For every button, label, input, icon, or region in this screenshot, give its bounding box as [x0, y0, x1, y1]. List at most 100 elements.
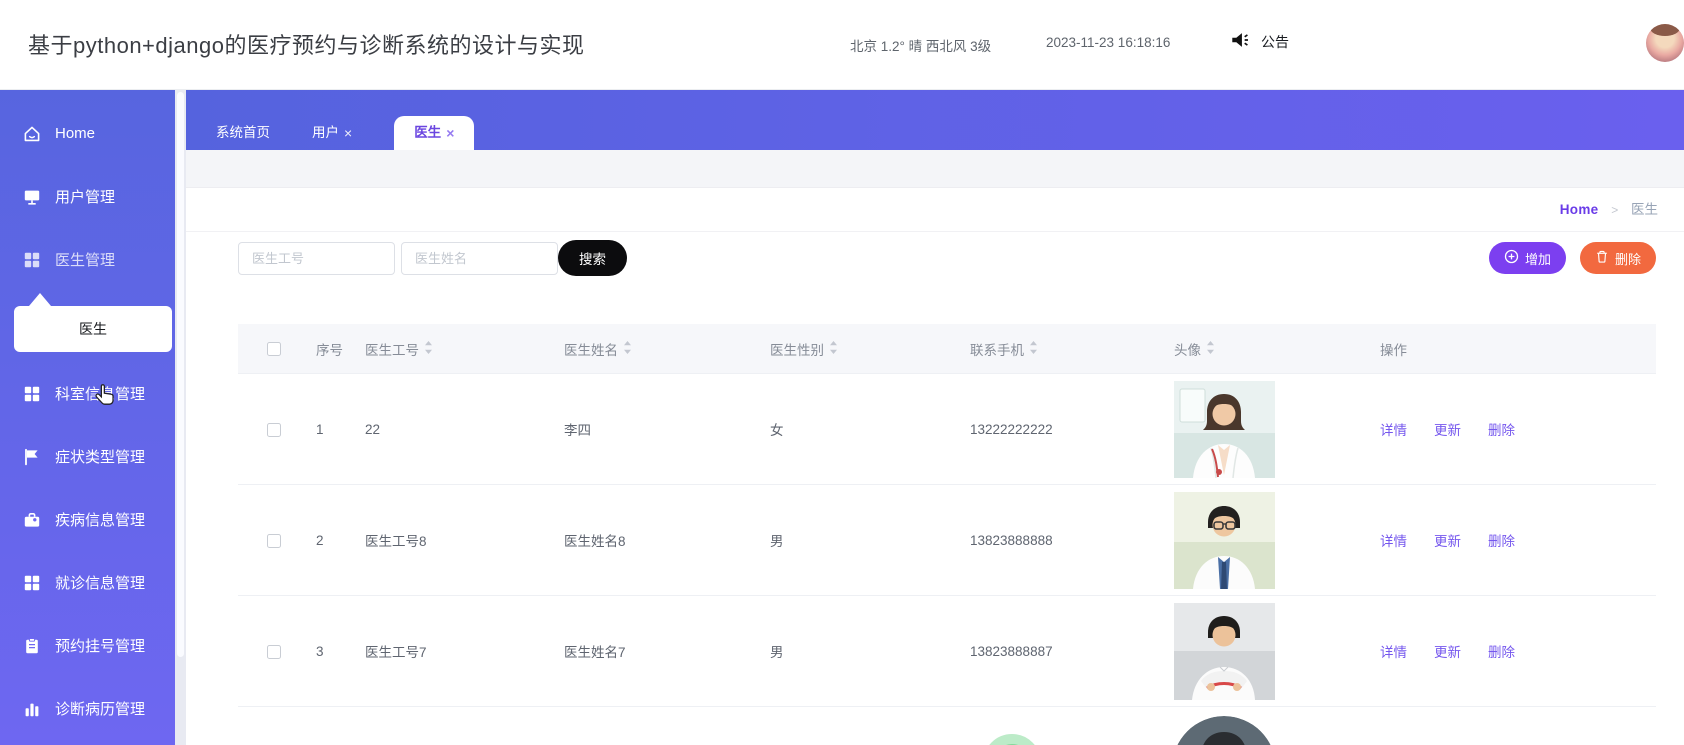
select-all-checkbox[interactable] [267, 342, 281, 357]
submenu-notch-icon [29, 293, 51, 306]
tab-system-home[interactable]: 系统首页 [216, 116, 270, 150]
add-button-label: 增加 [1524, 251, 1551, 267]
sidebar-menu: Home 用户管理医生管理医生科室信息管理症状类型管理 疾病信息管理 就诊信息管理预约… [0, 90, 186, 740]
monitor-icon [22, 187, 42, 207]
delete-link[interactable]: 删除 [1488, 645, 1515, 660]
column-header[interactable]: 医生工号 [365, 339, 564, 359]
app-title: 基于python+django的医疗预约与诊断系统的设计与实现 [28, 33, 585, 58]
doctor-id-input[interactable] [238, 241, 395, 275]
round-female-photo [1172, 716, 1276, 745]
delete-link[interactable]: 删除 [1488, 534, 1515, 549]
sidebar-scrollbar[interactable] [175, 90, 186, 745]
delete-link[interactable]: 删除 [1488, 423, 1515, 438]
main-content: Home > 医生 搜索 增加 删除 序号 医生工号医生姓名医生性别联系手机头像操… [186, 150, 1684, 745]
cell-doctor-id: 医生工号7 [365, 645, 427, 660]
update-link[interactable]: 更新 [1434, 423, 1461, 438]
announcement-button[interactable]: 公告 [1230, 30, 1289, 53]
sidebar-item-label: Home [55, 125, 96, 142]
detail-link[interactable]: 详情 [1380, 534, 1407, 549]
sidebar: Home 用户管理医生管理医生科室信息管理症状类型管理 疾病信息管理 就诊信息管理预约… [0, 90, 186, 745]
sidebar-item-7[interactable]: 就诊信息管理 [0, 551, 186, 614]
male-doctor-crossed-photo [1174, 602, 1275, 700]
sidebar-item-3[interactable]: 医生管理 [0, 228, 186, 291]
sort-caret-icon[interactable] [1206, 340, 1215, 358]
column-header: 序号 [316, 342, 343, 358]
sort-caret-icon[interactable] [1029, 340, 1038, 358]
breadcrumb-current: 医生 [1631, 202, 1658, 217]
table-row: 1 22 李四 女 13222222222 详情 更新 删除 [238, 374, 1656, 485]
cell-doctor-name: 医生姓名8 [564, 534, 626, 549]
cell-doctor-id: 医生工号8 [365, 534, 427, 549]
sidebar-item-8[interactable]: 预约挂号管理 [0, 614, 186, 677]
sidebar-subitem-doctor[interactable]: 医生 [14, 306, 172, 352]
sidebar-item-label: 用户管理 [55, 189, 116, 206]
detail-link[interactable]: 详情 [1380, 423, 1407, 438]
male-doctor-glasses-photo [1174, 491, 1275, 589]
close-icon[interactable]: × [344, 116, 352, 150]
tab-label: 医生 [414, 125, 442, 140]
flag-icon [22, 447, 42, 467]
sidebar-item-9[interactable]: 诊断病历管理 [0, 677, 186, 740]
search-button[interactable]: 搜索 [558, 240, 627, 276]
sort-caret-icon[interactable] [424, 340, 433, 358]
announcement-label: 公告 [1261, 33, 1289, 50]
tab-label: 用户 [312, 125, 339, 140]
detail-link[interactable]: 详情 [1380, 645, 1407, 660]
sort-caret-icon[interactable] [829, 340, 838, 358]
sidebar-submenu: 医生 [0, 293, 186, 352]
cell-doctor-name: 李四 [564, 423, 591, 438]
sidebar-item-2[interactable]: 用户管理 [0, 165, 186, 228]
table-row: 2 医生工号8 医生姓名8 男 13823888888 详情 更新 删除 [238, 485, 1656, 596]
speaker-icon [1230, 30, 1252, 53]
search-toolbar: 搜索 增加 删除 [238, 240, 1656, 276]
column-header[interactable]: 医生姓名 [564, 339, 770, 359]
row-checkbox[interactable] [267, 533, 281, 548]
scrollbar-thumb[interactable] [177, 92, 184, 657]
close-icon[interactable]: × [446, 116, 454, 150]
content-top-strip [186, 150, 1684, 188]
sidebar-item-1[interactable]: Home [0, 102, 186, 165]
table-row-partial [238, 707, 1656, 745]
delete-button[interactable]: 删除 [1579, 242, 1656, 274]
add-button[interactable]: 增加 [1488, 242, 1566, 274]
column-header[interactable]: 头像 [1174, 339, 1372, 359]
sidebar-item-4[interactable]: 科室信息管理 [0, 362, 186, 425]
doctor-name-input[interactable] [401, 241, 558, 275]
sidebar-item-label: 诊断病历管理 [55, 701, 146, 718]
column-header[interactable]: 联系手机 [970, 339, 1174, 359]
sidebar-item-label: 症状类型管理 [55, 449, 146, 466]
table-body: 1 22 李四女 13222222222 详情 更新 删除 2 医生工号8 医生姓名8 男 13823… [238, 374, 1656, 707]
tab-doctor[interactable]: 医生 × [394, 116, 475, 150]
grid-icon [22, 384, 42, 404]
row-checkbox[interactable] [267, 644, 281, 659]
sidebar-item-6[interactable]: 疾病信息管理 [0, 488, 186, 551]
tab-label: 系统首页 [216, 125, 270, 140]
breadcrumb-home-link[interactable]: Home [1560, 202, 1599, 217]
cell-doctor-gender: 男 [770, 534, 784, 549]
cell-actions: 详情 更新 删除 [1372, 530, 1656, 550]
clipboard-icon [22, 636, 42, 656]
plus-circle-icon [1504, 249, 1519, 267]
cell-doctor-name: 医生姓名7 [564, 645, 626, 660]
sort-caret-icon[interactable] [623, 340, 632, 358]
sidebar-item-label: 疾病信息管理 [55, 512, 146, 529]
cell-doctor-gender: 男 [770, 645, 784, 660]
update-link[interactable]: 更新 [1434, 534, 1461, 549]
grid-icon [22, 573, 42, 593]
user-avatar[interactable] [1646, 24, 1684, 62]
table-row: 3 医生工号7 医生姓名7 男 13823888887 详情 更新 删除 [238, 596, 1656, 707]
cell-doctor-id: 22 [365, 421, 381, 437]
doctor-table: 序号 医生工号 医生姓名 医生性别 联系手机 头像 操作 1 22 李四 女 13222222222… [238, 324, 1656, 745]
column-header[interactable]: 医生性别 [770, 339, 970, 359]
delete-button-label: 删除 [1614, 251, 1641, 267]
update-link[interactable]: 更新 [1434, 645, 1461, 660]
bag-icon [22, 510, 42, 530]
sidebar-item-label: 就诊信息管理 [55, 575, 146, 592]
cell-actions: 详情 更新 删除 [1372, 641, 1656, 661]
tab-user[interactable]: 用户 × [312, 116, 352, 150]
cell-phone: 13823888888 [970, 532, 1053, 548]
row-checkbox[interactable] [267, 422, 281, 437]
sidebar-item-label: 医生管理 [55, 252, 116, 269]
sidebar-item-5[interactable]: 症状类型管理 [0, 425, 186, 488]
breadcrumb: Home > 医生 [186, 188, 1684, 232]
